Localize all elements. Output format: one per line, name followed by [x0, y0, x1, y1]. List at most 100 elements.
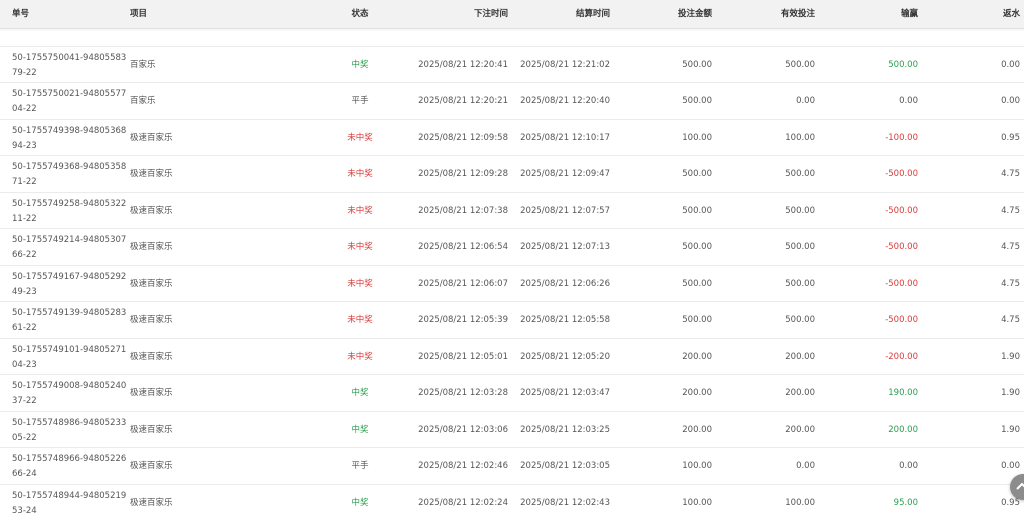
- rebate-cell: 4.75: [1001, 242, 1020, 252]
- table-row[interactable]: 50-1755750021-94805577 04-22 百家乐 平手 2025/08/…: [0, 83, 1024, 120]
- header-status[interactable]: 状态: [340, 0, 380, 28]
- status-cell: 中奖: [351, 388, 369, 398]
- order-no-cell[interactable]: 50-1755749167-94805292 49-23: [12, 270, 126, 300]
- rebate-cell: 4.75: [1001, 278, 1020, 289]
- order-no-line1: 50-1755749139-94805283: [12, 308, 127, 318]
- bet-time-cell: 2025/08/21 12:06:54: [418, 242, 508, 252]
- item-cell: 极速百家乐: [130, 132, 173, 143]
- order-no-line1: 50-1755749101-94805271: [12, 344, 127, 355]
- order-no-line1: 50-1755749398-94805368: [12, 125, 127, 136]
- bet-amount-cell: 100.00: [682, 461, 712, 471]
- bet-amount-cell: 500.00: [682, 59, 712, 70]
- bet-time-cell: 2025/08/21 12:03:28: [418, 388, 508, 398]
- table-row[interactable]: 50-1755748986-94805233 05-22 极速百家乐 中奖 2025/0…: [0, 412, 1024, 448]
- table-row[interactable]: 50-1755748944-94805219 53-24 极速百家乐 中奖 2025/0…: [0, 485, 1024, 516]
- status-cell: 平手: [351, 461, 369, 471]
- win-loss-cell: 0.00: [899, 96, 918, 106]
- status-cell: 未中奖: [347, 315, 373, 325]
- order-no-line1: 50-1755749214-94805307: [12, 235, 127, 245]
- bet-time-cell: 2025/08/21 12:09:58: [418, 132, 508, 143]
- rebate-cell: 4.75: [1001, 315, 1020, 325]
- item-cell: 极速百家乐: [130, 169, 173, 179]
- order-no-cell[interactable]: 50-1755749258-94805322 11-22: [12, 197, 126, 227]
- status-cell: 未中奖: [347, 351, 373, 362]
- table-row[interactable]: 50-1755749008-94805240 37-22 极速百家乐 中奖 2025/0…: [0, 375, 1024, 412]
- bet-amount-cell: 500.00: [682, 242, 712, 252]
- order-no-line1: 50-1755748944-94805219: [12, 490, 127, 501]
- bet-time-cell: 2025/08/21 12:20:41: [418, 59, 508, 70]
- win-loss-cell: -500.00: [885, 205, 918, 216]
- order-no-cell[interactable]: 50-1755748986-94805233 05-22: [12, 416, 126, 446]
- header-order-no[interactable]: 单号: [12, 0, 29, 28]
- valid-bet-cell: 500.00: [785, 205, 815, 216]
- valid-bet-cell: 100.00: [785, 497, 815, 508]
- order-no-cell[interactable]: 50-1755750021-94805577 04-22: [12, 87, 126, 117]
- order-no-line2: 11-22: [12, 213, 37, 224]
- win-loss-cell: 190.00: [888, 388, 918, 398]
- header-settle-time[interactable]: 结算时间: [538, 0, 610, 28]
- order-no-line2: 71-22: [12, 177, 37, 187]
- table-row[interactable]: 50-1755749398-94805368 94-23 极速百家乐 未中奖 2025/…: [0, 120, 1024, 156]
- table-row[interactable]: 50-1755749139-94805283 61-22 极速百家乐 未中奖 2025/…: [0, 302, 1024, 339]
- valid-bet-cell: 0.00: [796, 461, 815, 471]
- valid-bet-cell: 200.00: [785, 424, 815, 435]
- header-valid-bet[interactable]: 有效投注: [743, 0, 815, 28]
- bet-time-cell: 2025/08/21 12:02:46: [418, 461, 508, 471]
- header-item[interactable]: 项目: [130, 0, 147, 28]
- bet-amount-cell: 200.00: [682, 351, 712, 362]
- order-no-cell[interactable]: 50-1755750041-94805583 79-22: [12, 51, 126, 81]
- order-no-cell[interactable]: 50-1755749214-94805307 66-22: [12, 233, 126, 263]
- order-no-cell[interactable]: 50-1755749101-94805271 04-23: [12, 343, 126, 373]
- item-cell: 极速百家乐: [130, 351, 173, 362]
- table-row[interactable]: 50-1755749167-94805292 49-23 极速百家乐 未中奖 2025/…: [0, 266, 1024, 302]
- settle-time-cell: 2025/08/21 12:02:43: [520, 497, 610, 508]
- win-loss-cell: 500.00: [888, 59, 918, 70]
- item-cell: 极速百家乐: [130, 461, 173, 471]
- header-rebate[interactable]: 返水: [980, 0, 1020, 28]
- order-no-cell[interactable]: 50-1755748966-94805226 66-24: [12, 452, 126, 482]
- bet-time-cell: 2025/08/21 12:09:28: [418, 169, 508, 179]
- table-row[interactable]: 50-1755750041-94805583 79-22 百家乐 中奖 2025/08/…: [0, 47, 1024, 83]
- order-no-cell[interactable]: 50-1755749368-94805358 71-22: [12, 160, 126, 190]
- order-no-cell[interactable]: 50-1755748944-94805219 53-24: [12, 489, 126, 516]
- table-row[interactable]: 50-1755749258-94805322 11-22 极速百家乐 未中奖 2025/…: [0, 193, 1024, 229]
- valid-bet-cell: 500.00: [785, 169, 815, 179]
- order-no-line1: 50-1755749368-94805358: [12, 162, 127, 172]
- order-no-line2: 04-22: [12, 104, 37, 114]
- bet-time-cell: 2025/08/21 12:07:38: [418, 205, 508, 216]
- bet-amount-cell: 200.00: [682, 388, 712, 398]
- bet-time-cell: 2025/08/21 12:05:39: [418, 315, 508, 325]
- table-row[interactable]: 50-1755749101-94805271 04-23 极速百家乐 未中奖 2025/…: [0, 339, 1024, 375]
- rebate-cell: 1.90: [1001, 351, 1020, 362]
- order-no-cell[interactable]: 50-1755749398-94805368 94-23: [12, 124, 126, 154]
- item-cell: 极速百家乐: [130, 242, 173, 252]
- header-win-loss[interactable]: 输赢: [846, 0, 918, 28]
- settle-time-cell: 2025/08/21 12:05:20: [520, 351, 610, 362]
- valid-bet-cell: 200.00: [785, 388, 815, 398]
- table-row[interactable]: 50-1755749368-94805358 71-22 极速百家乐 未中奖 2025/…: [0, 156, 1024, 193]
- win-loss-cell: -500.00: [885, 278, 918, 289]
- settle-time-cell: 2025/08/21 12:03:25: [520, 424, 610, 435]
- order-no-line2: 53-24: [12, 505, 37, 516]
- order-no-line1: 50-1755749167-94805292: [12, 271, 127, 282]
- item-cell: 百家乐: [130, 59, 156, 70]
- table-header: 单号 项目 状态 下注时间 结算时间 投注金额 有效投注 输赢 返水: [0, 0, 1024, 29]
- settle-time-cell: 2025/08/21 12:05:58: [520, 315, 610, 325]
- header-bet-time[interactable]: 下注时间: [436, 0, 508, 28]
- order-no-line1: 50-1755749008-94805240: [12, 381, 127, 391]
- bet-amount-cell: 500.00: [682, 169, 712, 179]
- item-cell: 百家乐: [130, 96, 156, 106]
- order-no-cell[interactable]: 50-1755749139-94805283 61-22: [12, 306, 126, 336]
- order-no-line2: 79-22: [12, 67, 37, 78]
- status-cell: 未中奖: [347, 132, 373, 143]
- settle-time-cell: 2025/08/21 12:09:47: [520, 169, 610, 179]
- rebate-cell: 0.00: [1001, 96, 1020, 106]
- table-row[interactable]: 50-1755749214-94805307 66-22 极速百家乐 未中奖 2025/…: [0, 229, 1024, 266]
- item-cell: 极速百家乐: [130, 497, 173, 508]
- win-loss-cell: -500.00: [885, 242, 918, 252]
- table-row[interactable]: 50-1755748966-94805226 66-24 极速百家乐 平手 2025/0…: [0, 448, 1024, 485]
- settle-time-cell: 2025/08/21 12:20:40: [520, 96, 610, 106]
- item-cell: 极速百家乐: [130, 388, 173, 398]
- header-bet-amount[interactable]: 投注金额: [640, 0, 712, 28]
- order-no-cell[interactable]: 50-1755749008-94805240 37-22: [12, 379, 126, 409]
